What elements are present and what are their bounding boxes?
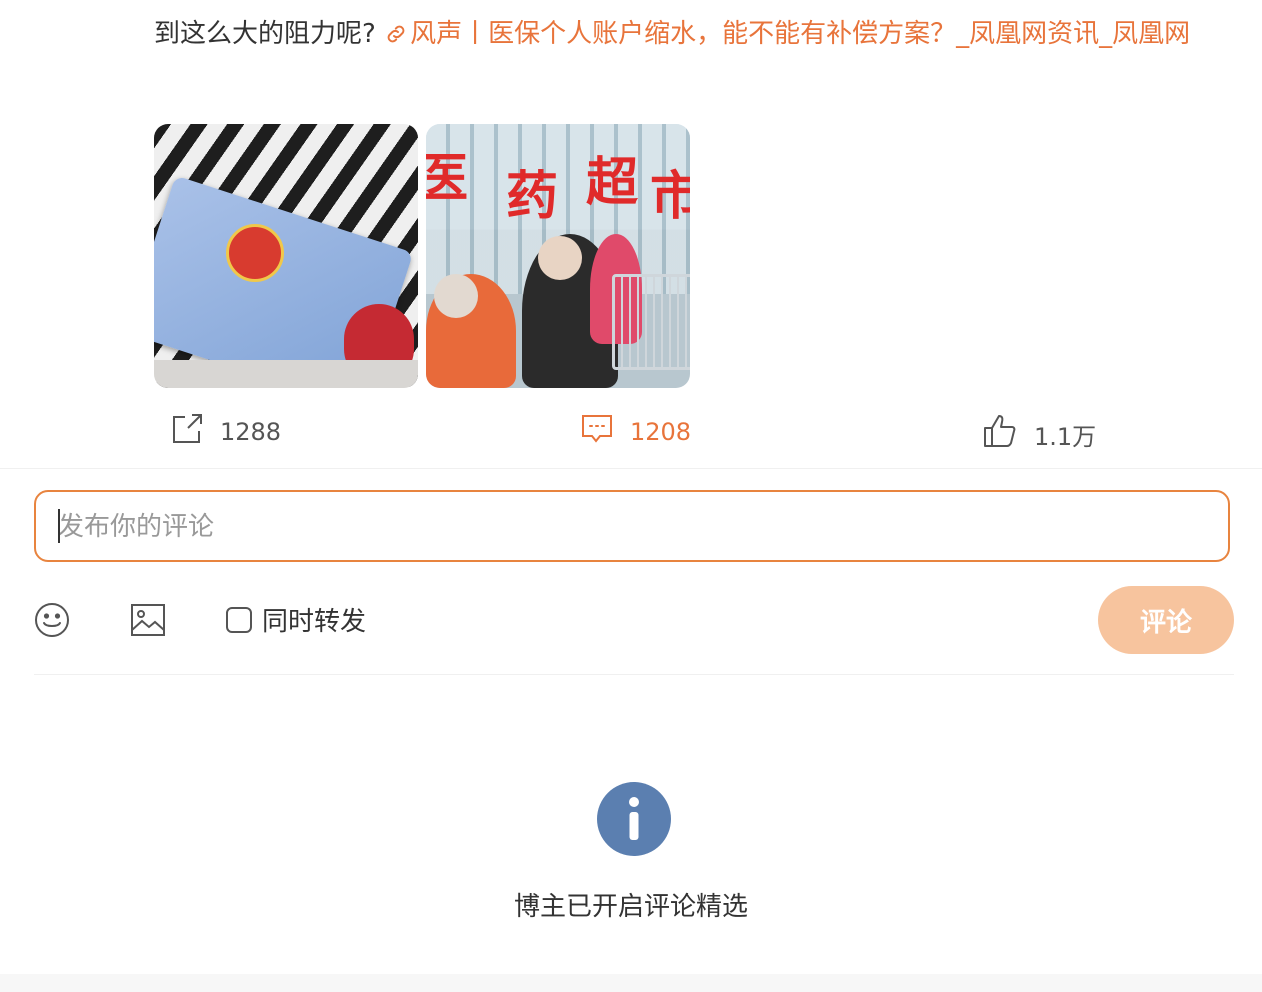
shopping-cart <box>612 274 690 370</box>
comment-count: 1208 <box>630 418 692 446</box>
sign-char-1: 医 <box>426 148 469 209</box>
post-images: 医 药 超 市 <box>154 124 690 388</box>
post-stats: 1288 1208 1.1万 <box>0 408 1262 452</box>
divider <box>0 468 1262 469</box>
repost-stat[interactable]: 1288 <box>170 412 281 452</box>
image-icon[interactable] <box>130 602 166 642</box>
submit-comment-button[interactable]: 评论 <box>1098 586 1234 654</box>
repost-checkbox[interactable]: 同时转发 <box>226 601 366 638</box>
share-icon <box>170 412 204 452</box>
sign-char-3: 超 <box>586 152 639 213</box>
post-image-pharmacy[interactable]: 医 药 超 市 <box>426 124 690 388</box>
comment-box <box>34 490 1230 562</box>
post-link[interactable]: 风声丨医保个人账户缩水，能不能有补偿方案？_凤凰网资讯_凤凰网 <box>384 19 1190 49</box>
repost-count: 1288 <box>220 418 282 446</box>
sign-char-2: 药 <box>506 166 559 227</box>
image-floor <box>154 360 418 388</box>
post-text: 到这么大的阻力呢? 风声丨医保个人账户缩水，能不能有补偿方案？_凤凰网资讯_凤凰… <box>154 10 1234 62</box>
checkbox-box[interactable] <box>226 606 252 633</box>
post-link-text: 风声丨医保个人账户缩水，能不能有补偿方案？_凤凰网资讯_凤凰网 <box>410 19 1191 49</box>
comment-stat[interactable]: 1208 <box>580 412 691 452</box>
like-icon <box>982 414 1018 454</box>
post-text-prefix: 到这么大的阻力呢? <box>154 19 376 49</box>
like-stat[interactable]: 1.1万 <box>982 414 1096 454</box>
divider <box>34 674 1234 675</box>
text-caret <box>58 509 60 543</box>
info-icon <box>597 782 671 860</box>
repost-label: 同时转发 <box>262 607 367 637</box>
sign-char-4: 市 <box>650 166 690 227</box>
post-image-social-security-card[interactable] <box>154 124 418 388</box>
person-left-head <box>434 274 478 318</box>
emoji-icon[interactable] <box>34 602 70 642</box>
comment-icon <box>580 412 614 452</box>
bottom-strip <box>0 974 1262 992</box>
national-emblem <box>226 224 284 282</box>
like-count: 1.1万 <box>1034 422 1097 451</box>
link-icon <box>384 14 408 62</box>
comment-input[interactable] <box>56 492 1210 562</box>
comment-selection-notice: 博主已开启评论精选 <box>513 892 748 922</box>
person-center-head <box>538 236 582 280</box>
